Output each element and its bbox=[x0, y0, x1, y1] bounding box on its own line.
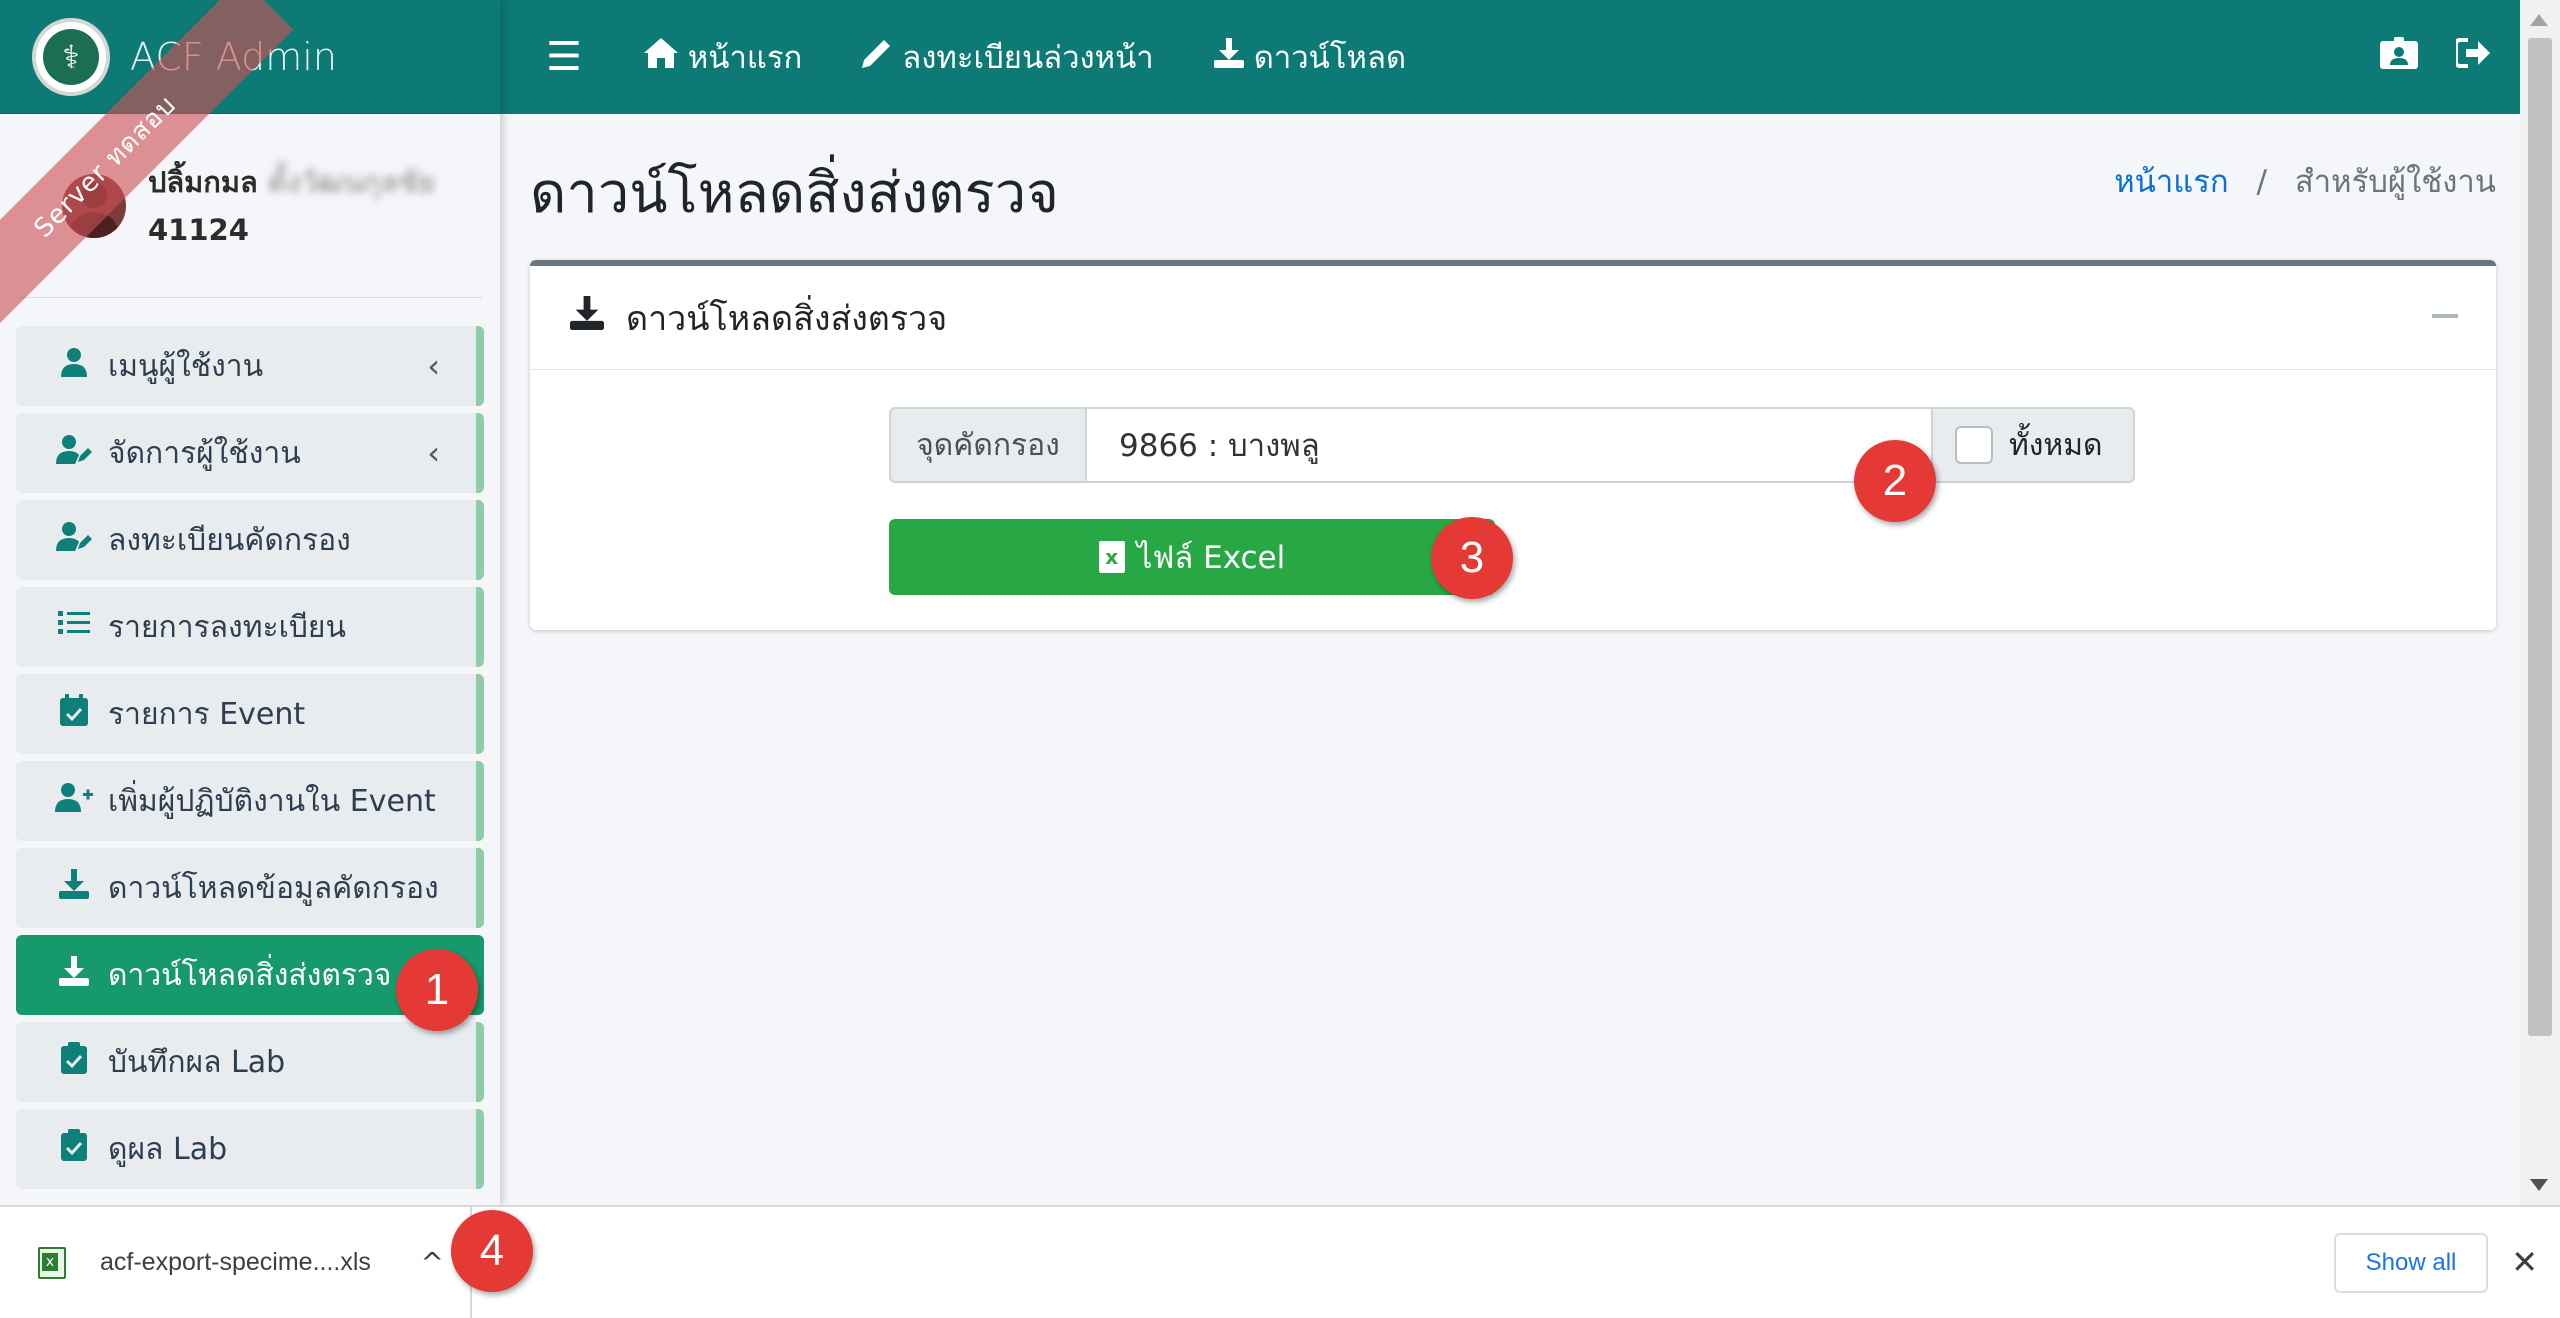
all-checkbox[interactable] bbox=[1955, 426, 1993, 464]
all-checkbox-label: ทั้งหมด bbox=[2009, 427, 2103, 463]
collapse-card-button[interactable] bbox=[2432, 300, 2458, 330]
sidebar-menu: เมนูผู้ใช้งาน ‹ จัดการผู้ใช้งาน ‹ ลงทะเบ… bbox=[0, 298, 500, 1189]
breadcrumb-separator: / bbox=[2256, 164, 2267, 200]
file-excel-icon: x bbox=[1098, 541, 1125, 573]
sidebar-item-add-event-worker[interactable]: เพิ่มผู้ปฏิบัติงานใน Event bbox=[16, 761, 484, 841]
user-surname-blurred: ตั้งวัฒนกุลชัย bbox=[267, 164, 436, 199]
scroll-down-arrow-icon[interactable] bbox=[2530, 1179, 2548, 1191]
download-icon bbox=[54, 956, 94, 994]
user-plus-icon bbox=[54, 782, 94, 820]
user-name: ปลิ้มกมล bbox=[148, 164, 258, 199]
browser-download-bar: acf-export-specime....xls ^ Show all ✕ bbox=[0, 1205, 2560, 1318]
sidebar-item-user-menu[interactable]: เมนูผู้ใช้งาน ‹ bbox=[16, 326, 484, 406]
sidebar-item-label: เพิ่มผู้ปฏิบัติงานใน Event bbox=[108, 783, 436, 819]
step-badge-4: 4 bbox=[451, 1210, 533, 1292]
excel-file-icon bbox=[38, 1246, 66, 1279]
nav-pre-register[interactable]: ลงทะเบียนล่วงหน้า bbox=[862, 32, 1154, 82]
calendar-check-icon bbox=[54, 694, 94, 734]
breadcrumb-home-link[interactable]: หน้าแรก bbox=[2114, 164, 2228, 200]
sidebar-item-registration-list[interactable]: รายการลงทะเบียน bbox=[16, 587, 484, 667]
avatar bbox=[62, 173, 126, 238]
card-title: ดาวน์โหลดสิ่งส่งตรวจ bbox=[626, 298, 948, 339]
excel-download-button[interactable]: x ไฟล์ Excel bbox=[889, 519, 1495, 595]
home-icon bbox=[643, 37, 678, 77]
selected-value: 9866 : บางพลู bbox=[1119, 428, 1320, 464]
nav-label: ลงทะเบียนล่วงหน้า bbox=[902, 40, 1154, 76]
chevron-left-icon: ‹ bbox=[427, 347, 440, 385]
scroll-thumb[interactable] bbox=[2528, 38, 2552, 1036]
sidebar-item-event-list[interactable]: รายการ Event bbox=[16, 674, 484, 754]
sidebar-item-register-screening[interactable]: ลงทะเบียนคัดกรอง bbox=[16, 500, 484, 580]
step-badge-3: 3 bbox=[1431, 517, 1513, 599]
download-filename: acf-export-specime....xls bbox=[100, 1248, 371, 1276]
download-icon bbox=[1213, 37, 1244, 77]
close-icon[interactable]: ✕ bbox=[2511, 1243, 2538, 1281]
download-item[interactable]: acf-export-specime....xls ^ bbox=[0, 1207, 472, 1318]
user-info: ปลิ้มกมล ตั้งวัฒนกุลชัย 41124 bbox=[148, 158, 435, 254]
screening-point-label: จุดคัดกรอง bbox=[889, 407, 1087, 483]
page-scrollbar[interactable] bbox=[2520, 0, 2560, 1205]
caduceus-icon: ⚕ bbox=[43, 28, 99, 85]
brand-title: ACF Admin bbox=[130, 34, 337, 79]
nav-right bbox=[2380, 0, 2490, 114]
sidebar-item-download-screening[interactable]: ดาวน์โหลดข้อมูลคัดกรอง bbox=[16, 848, 484, 928]
chevron-up-icon[interactable]: ^ bbox=[421, 1246, 444, 1279]
nav-label: ดาวน์โหลด bbox=[1253, 40, 1407, 76]
sidebar-item-manage-users[interactable]: จัดการผู้ใช้งาน ‹ bbox=[16, 413, 484, 493]
pencil-icon bbox=[862, 37, 892, 77]
scroll-up-arrow-icon[interactable] bbox=[2530, 14, 2548, 26]
logo: ⚕ bbox=[32, 17, 110, 96]
sign-out-icon[interactable] bbox=[2454, 37, 2490, 77]
sidebar-item-label: ลงทะเบียนคัดกรอง bbox=[108, 522, 351, 558]
sidebar-item-label: ดาวน์โหลดข้อมูลคัดกรอง bbox=[108, 870, 439, 906]
sidebar-item-label: บันทึกผล Lab bbox=[108, 1044, 286, 1080]
sidebar-item-label: ดูผล Lab bbox=[108, 1131, 228, 1167]
chevron-left-icon: ‹ bbox=[427, 434, 440, 472]
show-all-button[interactable]: Show all bbox=[2334, 1233, 2488, 1293]
user-icon bbox=[54, 347, 94, 385]
breadcrumb-current: สำหรับผู้ใช้งาน bbox=[2294, 164, 2496, 200]
page-title: ดาวน์โหลดสิ่งส่งตรวจ bbox=[530, 161, 1059, 226]
nav-download[interactable]: ดาวน์โหลด bbox=[1213, 32, 1407, 82]
download-specimen-card: ดาวน์โหลดสิ่งส่งตรวจ จุดคัดกรอง 9866 : บ… bbox=[530, 260, 2496, 630]
list-icon bbox=[54, 609, 94, 645]
nav-home[interactable]: หน้าแรก bbox=[643, 32, 803, 82]
screening-point-select[interactable]: 9866 : บางพลู ⌄ bbox=[1087, 407, 1933, 483]
step-badge-2: 2 bbox=[1854, 440, 1936, 522]
user-edit-icon bbox=[54, 521, 94, 559]
sidebar-item-label: เมนูผู้ใช้งาน bbox=[108, 348, 264, 384]
sidebar-item-label: รายการ Event bbox=[108, 696, 306, 732]
clipboard-check-icon bbox=[54, 1042, 94, 1082]
download-icon bbox=[570, 296, 604, 339]
sidebar-item-label: จัดการผู้ใช้งาน bbox=[108, 435, 301, 471]
user-panel: ปลิ้มกมล ตั้งวัฒนกุลชัย 41124 bbox=[18, 114, 482, 298]
id-card-icon[interactable] bbox=[2380, 36, 2418, 78]
clipboard-check-icon bbox=[54, 1129, 94, 1169]
sidebar-item-label: รายการลงทะเบียน bbox=[108, 609, 346, 645]
all-checkbox-group[interactable]: ทั้งหมด bbox=[1933, 407, 2135, 483]
step-badge-1: 1 bbox=[396, 949, 478, 1031]
brand-link[interactable]: ⚕ ACF Admin bbox=[0, 0, 500, 114]
card-header: ดาวน์โหลดสิ่งส่งตรวจ bbox=[530, 266, 2496, 370]
download-icon bbox=[54, 869, 94, 907]
breadcrumb: หน้าแรก / สำหรับผู้ใช้งาน bbox=[2114, 156, 2496, 206]
hamburger-menu-icon[interactable]: ☰ bbox=[546, 34, 582, 80]
nav-label: หน้าแรก bbox=[687, 40, 803, 76]
screening-point-input-group: จุดคัดกรอง 9866 : บางพลู ⌄ ทั้งหมด bbox=[889, 407, 2135, 483]
sidebar-item-view-lab[interactable]: ดูผล Lab bbox=[16, 1109, 484, 1189]
sidebar-item-record-lab[interactable]: บันทึกผล Lab bbox=[16, 1022, 484, 1102]
user-id: 41124 bbox=[148, 212, 249, 247]
user-edit-icon bbox=[54, 434, 94, 472]
excel-button-label: ไฟล์ Excel bbox=[1136, 540, 1286, 576]
top-navbar: ☰ หน้าแรก ลงทะเบียนล่วงหน้า ดาวน์โหลด bbox=[500, 0, 2520, 114]
sidebar-item-label: ดาวน์โหลดสิ่งส่งตรวจ bbox=[108, 957, 392, 993]
